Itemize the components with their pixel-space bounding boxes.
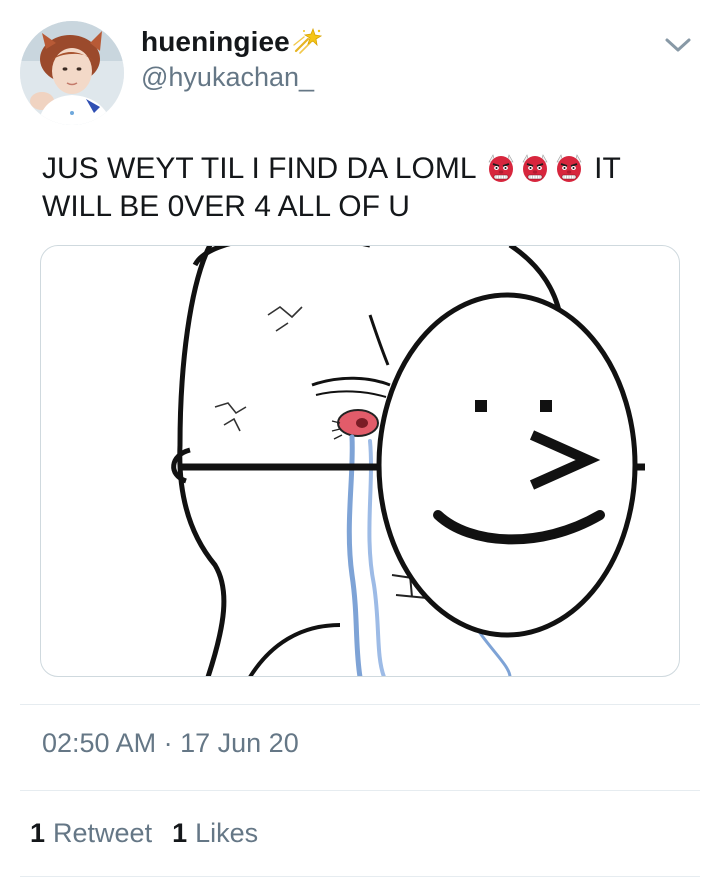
tweet-media-image[interactable] bbox=[40, 245, 680, 677]
tweet-card: hueningiee @hyukachan_ JUS WEYT TIL I FI… bbox=[0, 0, 720, 877]
retweets-stat[interactable]: 1 Retweet bbox=[30, 818, 152, 849]
tweet-text-line-2: WILL BE 0VER 4 ALL OF U bbox=[42, 190, 410, 223]
goblin-emoji bbox=[554, 153, 584, 183]
divider bbox=[20, 790, 700, 791]
author-handle[interactable]: @hyukachan_ bbox=[141, 62, 314, 93]
author-name-row[interactable]: hueningiee bbox=[141, 24, 322, 60]
tweet-stats: 1 Retweet 1 Likes bbox=[30, 818, 278, 849]
meme-illustration bbox=[40, 245, 680, 677]
goblin-emoji bbox=[486, 153, 516, 183]
avatar[interactable] bbox=[20, 21, 124, 125]
tweet-text-segment: JUS WEYT TIL I FIND DA LOML bbox=[42, 152, 476, 185]
display-name[interactable]: hueningiee bbox=[141, 26, 290, 58]
goblin-emoji bbox=[520, 153, 550, 183]
tweet-time: 02:50 AM bbox=[42, 728, 157, 758]
chevron-down-icon[interactable] bbox=[664, 36, 692, 54]
avatar-photo bbox=[20, 21, 124, 125]
tweet-timestamp[interactable]: 02:50 AM · 17 Jun 20 bbox=[42, 728, 299, 759]
retweet-count: 1 bbox=[30, 818, 46, 848]
like-label: Likes bbox=[195, 818, 259, 848]
timestamp-separator: · bbox=[163, 728, 173, 758]
shooting-star-sparkle-icon bbox=[292, 27, 322, 60]
likes-stat[interactable]: 1 Likes bbox=[172, 818, 258, 849]
retweet-label: Retweet bbox=[53, 818, 153, 848]
tweet-text-line-1: JUS WEYT TIL I FIND DA LOML IT bbox=[42, 150, 682, 188]
tweet-text-segment: IT bbox=[594, 152, 621, 185]
divider bbox=[20, 704, 700, 705]
like-count: 1 bbox=[172, 818, 188, 848]
tweet-text: JUS WEYT TIL I FIND DA LOML IT WILL BE 0… bbox=[42, 150, 682, 226]
tweet-date: 17 Jun 20 bbox=[180, 728, 299, 758]
